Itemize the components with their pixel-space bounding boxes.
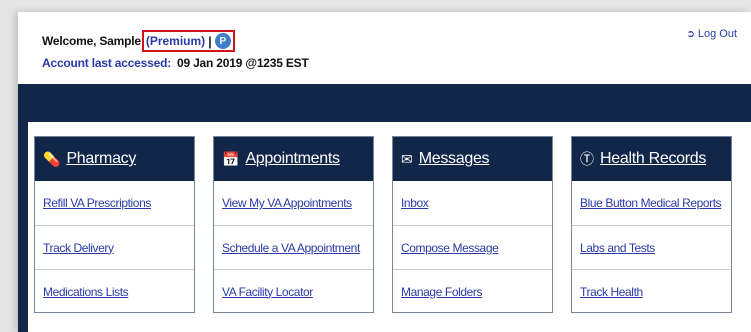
card-header[interactable]: 📅 Appointments	[214, 137, 373, 181]
last-accessed: Account last accessed: 09 Jan 2019 @1235 …	[42, 56, 309, 70]
card-health-records: Ⓣ Health Records Blue Button Medical Rep…	[571, 136, 732, 313]
messages-icon: ✉	[401, 150, 413, 167]
link-track-health[interactable]: Track Health	[572, 269, 731, 313]
content-inner: 💊 Pharmacy Refill VA Prescriptions Track…	[28, 122, 751, 332]
content-area: 💊 Pharmacy Refill VA Prescriptions Track…	[18, 118, 751, 332]
logout-label: Log Out	[697, 28, 737, 40]
link-schedule-appointment[interactable]: Schedule a VA Appointment	[214, 225, 373, 269]
navbar	[18, 84, 751, 118]
card-header[interactable]: Ⓣ Health Records	[572, 137, 731, 181]
calendar-icon: 📅	[222, 150, 240, 167]
card-appointments: 📅 Appointments View My VA Appointments S…	[213, 136, 374, 313]
premium-link[interactable]: (Premium)	[146, 34, 205, 48]
link-view-appointments[interactable]: View My VA Appointments	[214, 181, 373, 225]
welcome-line: Welcome, Sample (Premium) | P	[42, 30, 235, 52]
link-inbox[interactable]: Inbox	[393, 181, 552, 225]
page-header: Welcome, Sample (Premium) | P Account la…	[18, 12, 751, 84]
link-manage-folders[interactable]: Manage Folders	[393, 269, 552, 313]
last-accessed-label: Account last accessed:	[42, 56, 171, 70]
link-track-delivery[interactable]: Track Delivery	[35, 225, 194, 269]
card-messages: ✉ Messages Inbox Compose Message Manage …	[392, 136, 553, 313]
premium-highlight: (Premium) | P	[141, 30, 235, 52]
logout-icon: ➲	[686, 28, 695, 40]
app-frame: Welcome, Sample (Premium) | P Account la…	[18, 12, 751, 332]
separator: |	[208, 33, 212, 49]
link-refill-prescriptions[interactable]: Refill VA Prescriptions	[35, 181, 194, 225]
link-blue-button-reports[interactable]: Blue Button Medical Reports	[572, 181, 731, 225]
last-accessed-value: 09 Jan 2019 @1235 EST	[177, 56, 309, 70]
card-title[interactable]: Messages	[419, 150, 490, 168]
card-title[interactable]: Health Records	[600, 150, 706, 168]
premium-badge-icon[interactable]: P	[214, 33, 231, 49]
link-compose-message[interactable]: Compose Message	[393, 225, 552, 269]
card-pharmacy: 💊 Pharmacy Refill VA Prescriptions Track…	[34, 136, 195, 313]
welcome-text: Welcome, Sample	[42, 34, 141, 48]
card-title[interactable]: Pharmacy	[66, 150, 136, 168]
card-header[interactable]: 💊 Pharmacy	[35, 137, 194, 181]
card-title[interactable]: Appointments	[245, 150, 340, 168]
link-medications-lists[interactable]: Medications Lists	[35, 269, 194, 313]
health-records-icon: Ⓣ	[580, 151, 594, 167]
link-facility-locator[interactable]: VA Facility Locator	[214, 269, 373, 313]
link-labs-and-tests[interactable]: Labs and Tests	[572, 225, 731, 269]
pills-icon: 💊	[43, 150, 61, 167]
card-header[interactable]: ✉ Messages	[393, 137, 552, 181]
logout-button[interactable]: ➲ Log Out	[686, 28, 737, 40]
